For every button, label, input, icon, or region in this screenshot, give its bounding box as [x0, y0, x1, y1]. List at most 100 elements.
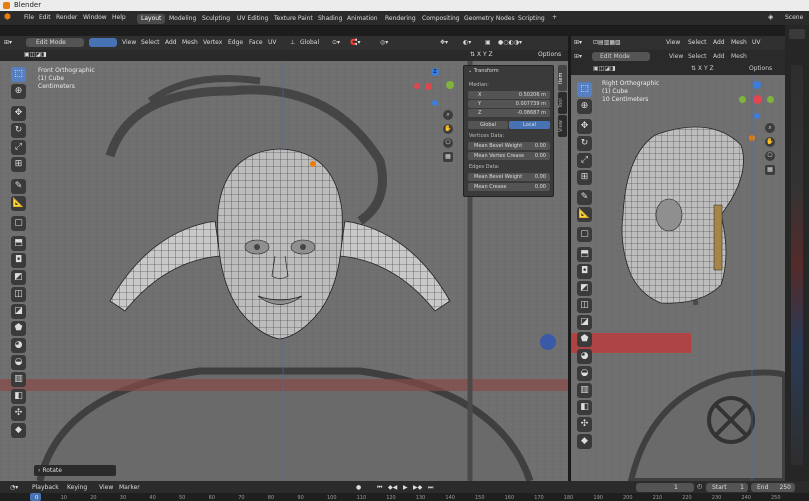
timeline-keying-menu[interactable]: Keying [67, 484, 87, 491]
right-inset-tool-icon[interactable]: ◘ [577, 264, 592, 279]
right-move-tool-icon[interactable]: ✥ [577, 119, 592, 134]
overlay-toggle-icon[interactable]: ◐▾ [463, 39, 471, 46]
right-loop-cut-tool-icon[interactable]: ◫ [577, 298, 592, 313]
right-menu-select-2[interactable]: Select [688, 53, 707, 60]
poly-build-tool-icon[interactable]: ⬟ [11, 321, 26, 336]
median-y-field[interactable]: Y 0.007739 m [468, 100, 550, 108]
right-pan-hand-icon[interactable]: ✋ [765, 137, 775, 147]
rip-tool-icon[interactable]: ◆ [11, 423, 26, 438]
camera-icon[interactable]: ⎔ [443, 138, 453, 148]
right-knife-tool-icon[interactable]: ◪ [577, 315, 592, 330]
gizmo-toggle-icon[interactable]: ✥▾ [440, 39, 448, 46]
pan-hand-icon[interactable]: ✋ [443, 124, 453, 134]
menu-uv[interactable]: UV [268, 39, 277, 46]
right-menu-uv[interactable]: UV [752, 39, 761, 46]
properties-tabs[interactable] [791, 65, 803, 465]
workspace-tab-geometry-nodes[interactable]: Geometry Nodes [460, 14, 519, 24]
prev-keyframe-icon[interactable]: ◆◀ [388, 484, 397, 491]
edge-mean-bevel-weight-field[interactable]: Mean Bevel Weight 0.00 [468, 173, 550, 181]
proportional-edit-icon[interactable]: ◎▾ [380, 39, 388, 46]
n-panel-tab-view[interactable]: View [558, 115, 567, 137]
right-camera-icon[interactable]: ⎔ [765, 151, 775, 161]
blender-menu-icon[interactable]: ⬢ [4, 12, 11, 21]
orientation-icon[interactable]: ⊥ [290, 39, 295, 46]
mean-vertex-crease-field[interactable]: Mean Vertex Crease 0.00 [468, 152, 550, 160]
right-grid-view-icon[interactable]: ▦ [765, 165, 775, 175]
right-header-icons[interactable]: ⊡▤▥▦▧ [593, 39, 621, 46]
gizmo-neg-x-axis[interactable] [414, 83, 420, 89]
median-z-field[interactable]: Z -0.08687 m [468, 109, 550, 117]
zoom-icon[interactable]: ⌕ [443, 110, 453, 120]
start-frame-field[interactable]: Start 1 [706, 483, 748, 492]
workspace-tab-sculpting[interactable]: Sculpting [198, 14, 234, 24]
rotate-tool-icon[interactable]: ↻ [11, 123, 26, 138]
right-gizmo-neg-y-axis[interactable] [767, 96, 774, 103]
properties-header-icon[interactable] [789, 29, 805, 39]
options-dropdown[interactable]: Options [538, 51, 561, 58]
right-select-box-tool-icon[interactable]: ⬚ [577, 82, 592, 97]
next-keyframe-icon[interactable]: ▶◆ [413, 484, 422, 491]
right-extrude-tool-icon[interactable]: ⬒ [577, 247, 592, 262]
right-poly-build-tool-icon[interactable]: ⬟ [577, 332, 592, 347]
smooth-tool-icon[interactable]: ◒ [11, 355, 26, 370]
scale-tool-icon[interactable]: ⤢ [11, 140, 26, 155]
right-edge-slide-tool-icon[interactable]: ▥ [577, 383, 592, 398]
right-gizmo-neg-z-axis[interactable] [754, 113, 760, 119]
bevel-tool-icon[interactable]: ◩ [11, 270, 26, 285]
timeline-editor-icon[interactable]: ◔▾ [10, 484, 18, 491]
scene-name[interactable]: Scene [785, 14, 803, 21]
menu-face[interactable]: Face [249, 39, 263, 46]
right-options-dropdown[interactable]: Options [749, 65, 772, 72]
menu-select[interactable]: Select [141, 39, 160, 46]
n-panel-tab-item[interactable]: Item [558, 65, 567, 91]
timeline-marker-menu[interactable]: Marker [119, 484, 140, 491]
clock-icon[interactable]: ◴ [697, 483, 702, 490]
pivot-icon[interactable]: ⊙▾ [332, 39, 340, 46]
menu-help[interactable]: Help [112, 14, 126, 21]
right-menu-view-2[interactable]: View [669, 53, 683, 60]
right-menu-add-2[interactable]: Add [713, 53, 725, 60]
mean-bevel-weight-field[interactable]: Mean Bevel Weight 0.00 [468, 142, 550, 150]
scene-icon[interactable]: ◈ [768, 13, 773, 21]
right-editor-icon[interactable]: ⊞▾ [574, 53, 582, 60]
workspace-tab-modeling[interactable]: Modeling [165, 14, 200, 24]
measure-tool-icon[interactable]: 📐 [11, 196, 26, 211]
right-smooth-tool-icon[interactable]: ◒ [577, 366, 592, 381]
right-transform-tool-icon[interactable]: ⊞ [577, 170, 592, 185]
workspace-tab-shading[interactable]: Shading [314, 14, 346, 24]
right-menu-add[interactable]: Add [713, 39, 725, 46]
menu-file[interactable]: File [24, 14, 34, 21]
transform-panel-title[interactable]: ⌄ Transform [468, 68, 499, 74]
play-button-icon[interactable]: ▶ [403, 484, 408, 491]
gizmo-y-axis[interactable] [446, 81, 454, 89]
right-bevel-tool-icon[interactable]: ◩ [577, 281, 592, 296]
mirror-axes[interactable]: ⇅ X Y Z [470, 51, 493, 58]
right-gizmo-z-axis[interactable] [753, 81, 761, 89]
menu-view[interactable]: View [122, 39, 136, 46]
right-spin-tool-icon[interactable]: ◕ [577, 349, 592, 364]
right-shear-tool-icon[interactable]: ✣ [577, 417, 592, 432]
median-x-field[interactable]: X 0.50206 m [468, 91, 550, 99]
left-3d-viewport[interactable]: Front Orthographic (1) Cube Centimeters … [0, 61, 568, 481]
right-gizmo-y-axis[interactable] [739, 96, 746, 103]
extrude-tool-icon[interactable]: ⬒ [11, 236, 26, 251]
jump-end-icon[interactable]: ⏭ [428, 484, 433, 492]
cursor-tool-icon[interactable]: ⊕ [11, 84, 26, 99]
gizmo-neg-z-axis[interactable] [432, 100, 438, 106]
workspace-tab-texture-paint[interactable]: Texture Paint [270, 14, 317, 24]
gizmo-z-axis[interactable]: Z [431, 68, 439, 76]
mode-dropdown[interactable]: Edit Mode [26, 38, 84, 47]
menu-mesh[interactable]: Mesh [182, 39, 198, 46]
right-mode-dropdown[interactable]: Edit Mode [592, 52, 650, 61]
right-zoom-icon[interactable]: ⌕ [765, 123, 775, 133]
workspace-tab-uv-editing[interactable]: UV Editing [233, 14, 272, 24]
right-gizmo-x-axis[interactable] [753, 95, 762, 104]
right-editor-type-icon[interactable]: ⊞▾ [574, 39, 582, 46]
xray-toggle-icon[interactable]: ▣ [485, 39, 491, 46]
workspace-tab-scripting[interactable]: Scripting [514, 14, 549, 24]
shrink-fatten-tool-icon[interactable]: ◧ [11, 389, 26, 404]
right-annotate-tool-icon[interactable]: ✎ [577, 190, 592, 205]
right-rotate-tool-icon[interactable]: ↻ [577, 136, 592, 151]
timeline-view-menu[interactable]: View [99, 484, 113, 491]
spin-tool-icon[interactable]: ◕ [11, 338, 26, 353]
